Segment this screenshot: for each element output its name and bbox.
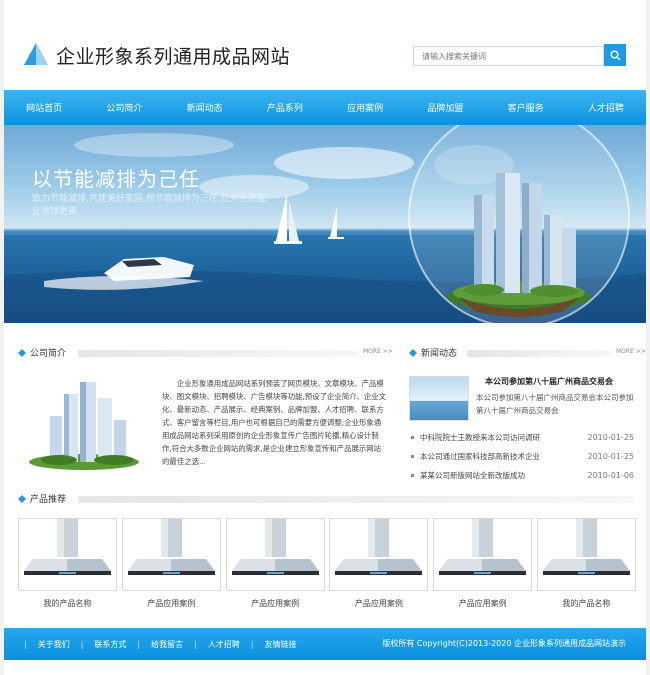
hero-banner[interactable]: 以节能减排为己任 致力节能减排,共建美好家园,视节能减排为己任,让天空更蓝,让地… xyxy=(4,125,646,323)
list-item[interactable]: 某某公司新版网站全新改版成功 2010-01-06 xyxy=(409,466,634,485)
product-image[interactable] xyxy=(225,518,325,591)
products-section-header: 产品推荐 xyxy=(18,492,638,506)
nav-item-home[interactable]: 网站首页 xyxy=(4,101,84,114)
nav-item-news[interactable]: 新闻动态 xyxy=(165,101,245,114)
product-name[interactable]: 我的产品名称 xyxy=(537,598,636,609)
news-item-date: 2010-01-06 xyxy=(587,471,635,480)
range-hood-image xyxy=(231,519,319,575)
product-name[interactable]: 产品应用案例 xyxy=(433,598,532,609)
news-section-header: 新闻动态 MORE >> xyxy=(409,346,646,360)
product-image[interactable] xyxy=(121,518,221,591)
search-icon xyxy=(610,50,621,61)
news-item-title[interactable]: 某某公司新版网站全新改版成功 xyxy=(420,470,588,481)
range-hood-image xyxy=(439,519,527,575)
footer: | 关于我们 | 联系方式 | 给我留言 | 人才招聘 | 友情链接 版权所有 … xyxy=(4,628,646,660)
diamond-icon xyxy=(18,349,26,357)
nav-item-about[interactable]: 公司简介 xyxy=(84,101,164,114)
search-input[interactable] xyxy=(413,46,604,66)
nav-item-products[interactable]: 产品系列 xyxy=(245,101,325,114)
bullet-icon xyxy=(411,455,414,458)
list-item[interactable]: 中科院院士王教授来本公司访问调研 2010-01-25 xyxy=(409,428,634,447)
product-image[interactable] xyxy=(329,518,429,591)
about-section-title: 公司简介 xyxy=(30,349,67,359)
news-item-title[interactable]: 中科院院士王教授来本公司访问调研 xyxy=(420,432,588,443)
banner-image xyxy=(4,125,646,323)
product-image[interactable] xyxy=(433,518,533,591)
about-section-header: 公司简介 MORE >> xyxy=(18,346,393,360)
footer-link-about[interactable]: 关于我们 xyxy=(38,639,70,650)
product-card[interactable]: 产品应用案例 xyxy=(433,518,533,614)
product-name[interactable]: 产品应用案例 xyxy=(226,598,325,609)
news-headline[interactable]: 本公司参加第八十届广州商品交易会 xyxy=(485,376,613,387)
separator: | xyxy=(194,639,197,649)
product-image[interactable] xyxy=(536,518,636,591)
diamond-icon xyxy=(409,349,417,357)
main-nav: 网站首页 公司简介 新闻动态 产品系列 应用案例 品牌加盟 客户服务 人才招聘 xyxy=(4,90,646,125)
site-title[interactable]: 企业形象系列通用成品网站 xyxy=(56,42,290,69)
product-card[interactable]: 产品应用案例 xyxy=(225,518,325,614)
bullet-icon xyxy=(411,436,414,439)
banner-subtitle: 致力节能减排,共建美好家园,视节能减排为己任,让天空更蓝,让地球更美 xyxy=(32,194,269,217)
product-image[interactable] xyxy=(18,518,117,591)
diamond-icon xyxy=(18,495,26,503)
nav-item-jobs[interactable]: 人才招聘 xyxy=(566,101,646,114)
product-name[interactable]: 产品应用案例 xyxy=(329,598,428,609)
list-item[interactable]: 本公司通过国家科技部高新技术企业 2010-01-25 xyxy=(409,447,634,466)
product-name[interactable]: 产品应用案例 xyxy=(122,598,221,609)
news-item-date: 2010-01-25 xyxy=(587,452,635,461)
copyright-text: 版权所有 Copyright(C)2013-2020 企业形象系列通用成品网站演… xyxy=(382,639,626,648)
nav-item-franchise[interactable]: 品牌加盟 xyxy=(405,101,485,114)
separator: | xyxy=(80,639,84,649)
divider xyxy=(467,350,613,357)
logo-icon xyxy=(24,43,48,65)
nav-item-cases[interactable]: 应用案例 xyxy=(325,101,405,114)
about-more-link[interactable]: MORE >> xyxy=(363,348,393,355)
footer-link-contact[interactable]: 联系方式 xyxy=(94,639,126,650)
footer-link-jobs[interactable]: 人才招聘 xyxy=(208,639,240,650)
divider xyxy=(78,350,358,357)
separator: | xyxy=(24,639,27,649)
products-section-title: 产品推荐 xyxy=(30,495,67,505)
page: 企业形象系列通用成品网站 网站首页 公司简介 新闻动态 产品系列 应用案例 品牌… xyxy=(4,0,646,675)
search-button[interactable] xyxy=(604,44,626,66)
product-grid: 我的产品名称 产品应用案例 产品应用案例 产品应用案例 产品应用案例 我的产品名… xyxy=(18,518,636,614)
footer-link-friends[interactable]: 友情链接 xyxy=(265,639,297,650)
news-item-date: 2010-01-25 xyxy=(587,433,635,442)
range-hood-image xyxy=(335,519,423,575)
range-hood-image xyxy=(542,519,630,575)
nav-item-service[interactable]: 客户服务 xyxy=(486,101,566,114)
footer-link-message[interactable]: 给我留言 xyxy=(151,639,183,650)
product-card[interactable]: 我的产品名称 xyxy=(18,518,117,614)
news-summary: 本公司参加第八十届广州商品交易会本公司参加第八十届广州商品交易会 xyxy=(476,393,634,415)
banner-title: 以节能减排为己任 xyxy=(32,167,200,191)
news-more-link[interactable]: MORE >> xyxy=(616,348,646,355)
separator: | xyxy=(137,639,141,649)
product-name[interactable]: 我的产品名称 xyxy=(18,598,117,609)
separator: | xyxy=(250,639,254,649)
footer-links: | 关于我们 | 联系方式 | 给我留言 | 人才招聘 | 友情链接 xyxy=(24,628,297,660)
news-list: 中科院院士王教授来本公司访问调研 2010-01-25 本公司通过国家科技部高新… xyxy=(409,428,634,485)
product-card[interactable]: 产品应用案例 xyxy=(121,518,221,614)
news-section-title: 新闻动态 xyxy=(421,349,458,359)
header: 企业形象系列通用成品网站 xyxy=(4,0,646,90)
range-hood-image xyxy=(24,519,111,575)
product-card[interactable]: 我的产品名称 xyxy=(536,518,636,614)
news-item-title[interactable]: 本公司通过国家科技部高新技术企业 xyxy=(420,451,588,462)
news-thumbnail[interactable] xyxy=(409,376,469,421)
range-hood-image xyxy=(127,519,215,575)
divider xyxy=(78,496,634,503)
about-text: 企业形象通用成品网站系列预装了网页模块、文章模块、产品模块、图文模块、招聘模块、… xyxy=(162,379,387,466)
product-card[interactable]: 产品应用案例 xyxy=(329,518,429,614)
bullet-icon xyxy=(411,474,414,477)
about-image xyxy=(29,382,139,470)
